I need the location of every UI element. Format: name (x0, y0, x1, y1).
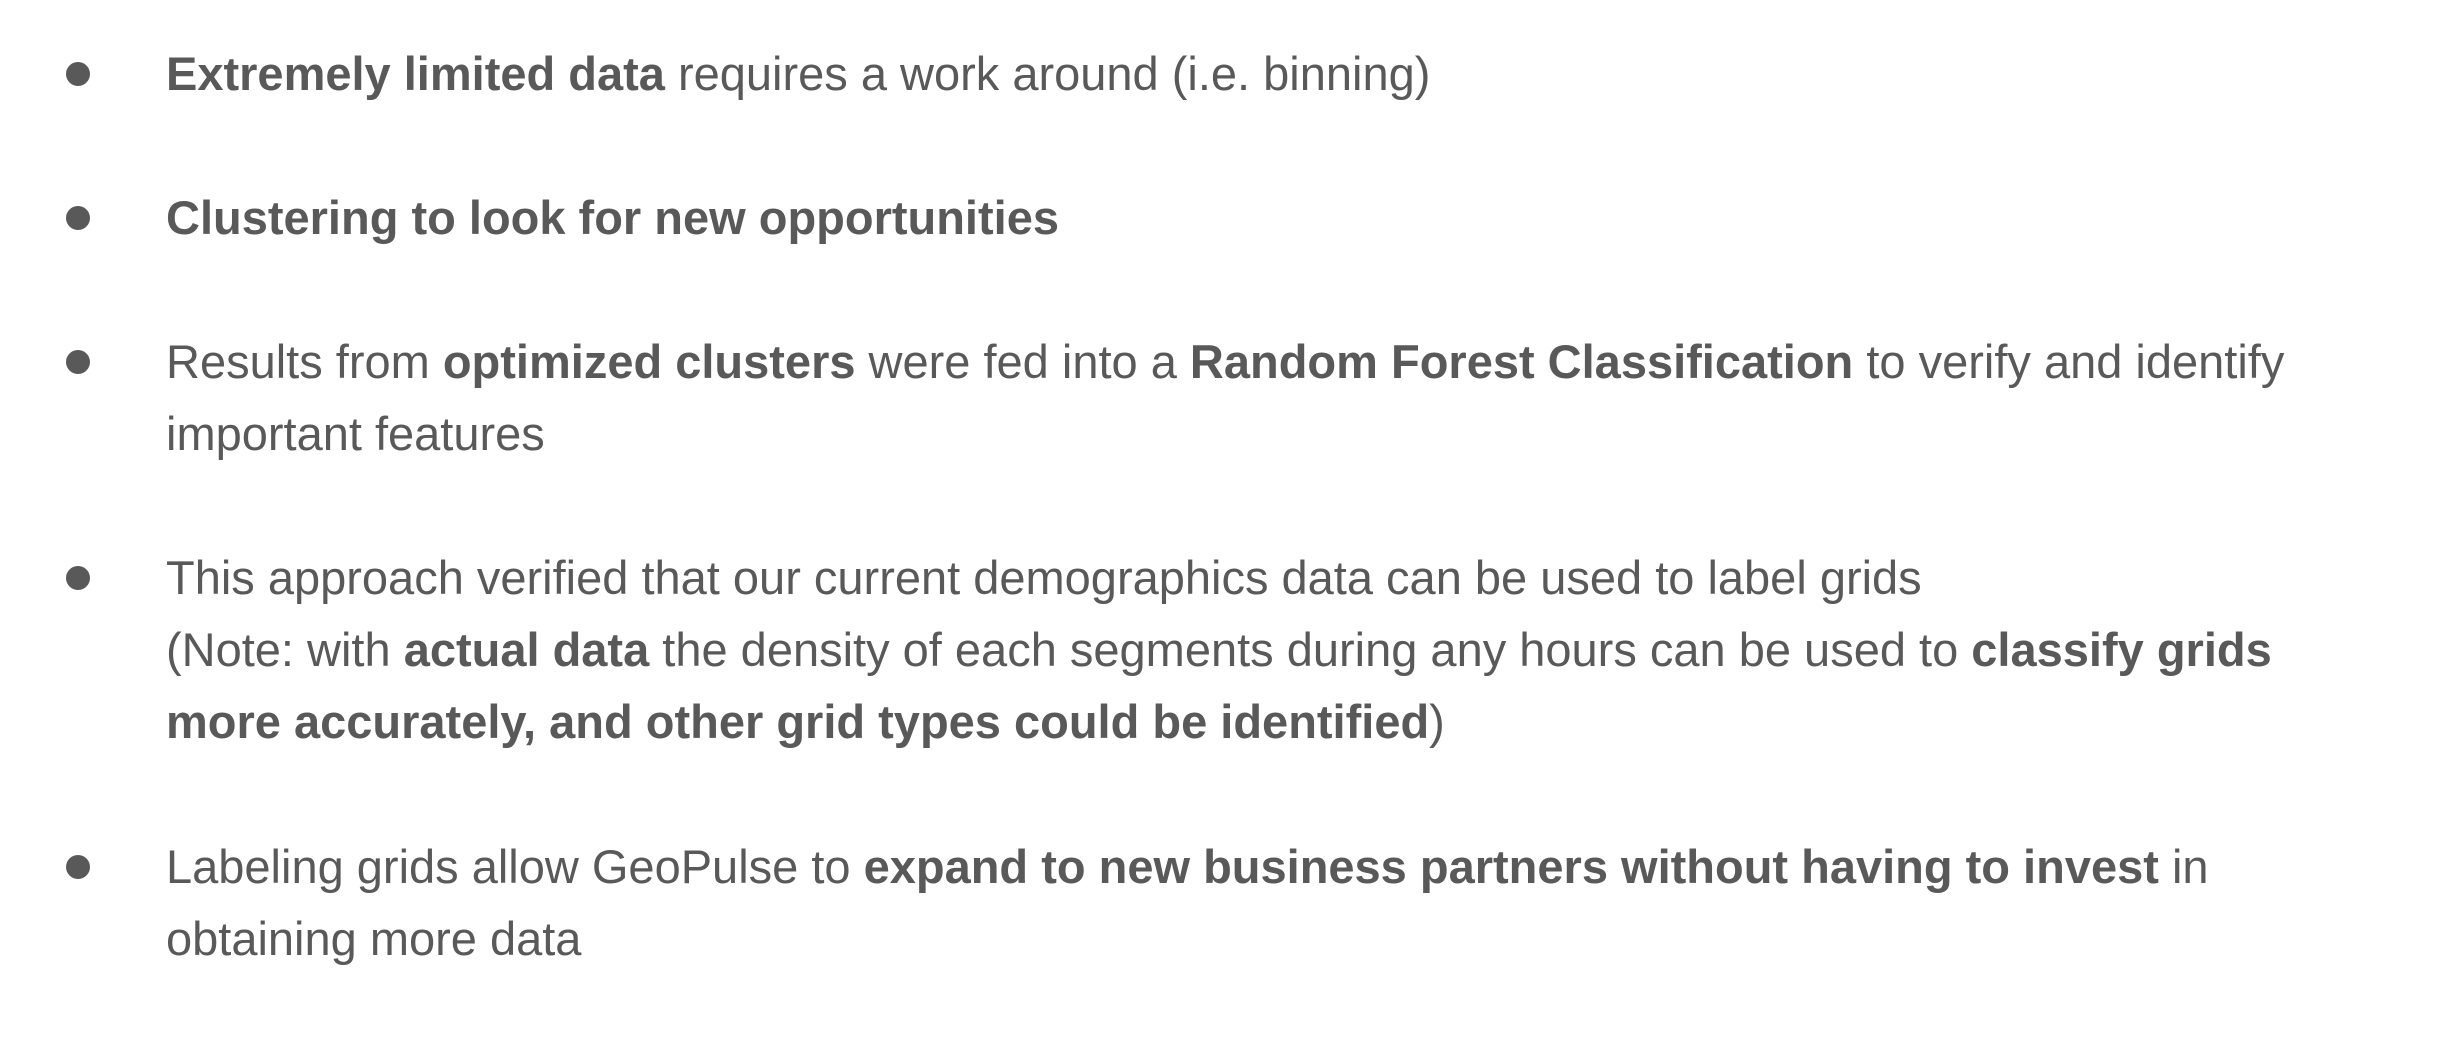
text-run: Labeling grids allow GeoPulse to (166, 840, 864, 893)
bullet-text: Extremely limited data requires a work a… (166, 38, 2406, 110)
text-line: important features (166, 398, 2406, 470)
text-line: obtaining more data (166, 903, 2406, 975)
bullet-dot-icon (66, 566, 90, 590)
bullet-dot-icon (66, 206, 90, 230)
bullet-text: This approach verified that our current … (166, 542, 2406, 758)
bullet-dot-icon (66, 350, 90, 374)
text-line: Clustering to look for new opportunities (166, 182, 2406, 254)
text-run: were fed into a (855, 335, 1190, 388)
text-run: (Note: with (166, 623, 404, 676)
bullet-text: Results from optimized clusters were fed… (166, 326, 2406, 470)
text-line: (Note: with actual data the density of e… (166, 614, 2406, 686)
bullet-text: Clustering to look for new opportunities (166, 182, 2406, 254)
text-run: important features (166, 407, 545, 460)
text-run: to verify and identify (1853, 335, 2285, 388)
text-run-bold: Extremely limited data (166, 47, 665, 100)
text-line: Labeling grids allow GeoPulse to expand … (166, 831, 2406, 903)
text-run: the density of each segments during any … (649, 623, 1972, 676)
bullet-text: Labeling grids allow GeoPulse to expand … (166, 831, 2406, 975)
text-run-bold: optimized clusters (442, 335, 856, 388)
text-run-bold: Clustering to look for new opportunities (166, 191, 1059, 244)
text-run-bold: Random Forest Classification (1189, 335, 1854, 388)
text-run: requires a work around (i.e. binning) (664, 47, 1431, 100)
text-run-bold: classify grids (1971, 623, 2272, 676)
text-run: This approach verified that our current … (166, 551, 1922, 604)
text-run-bold: more accurately, and other grid types co… (166, 695, 1430, 748)
text-run-bold: actual data (403, 623, 650, 676)
text-run: ) (1429, 695, 1445, 748)
text-run: obtaining more data (166, 912, 582, 965)
bullet-dot-icon (66, 855, 90, 879)
text-run: in (2158, 840, 2209, 893)
text-line: Results from optimized clusters were fed… (166, 326, 2406, 398)
text-run: Results from (166, 335, 443, 388)
text-line: Extremely limited data requires a work a… (166, 38, 2406, 110)
bullet-dot-icon (66, 62, 90, 86)
text-run-bold: expand to new business partners without … (863, 840, 2159, 893)
text-line: more accurately, and other grid types co… (166, 686, 2406, 758)
text-line: This approach verified that our current … (166, 542, 2406, 614)
